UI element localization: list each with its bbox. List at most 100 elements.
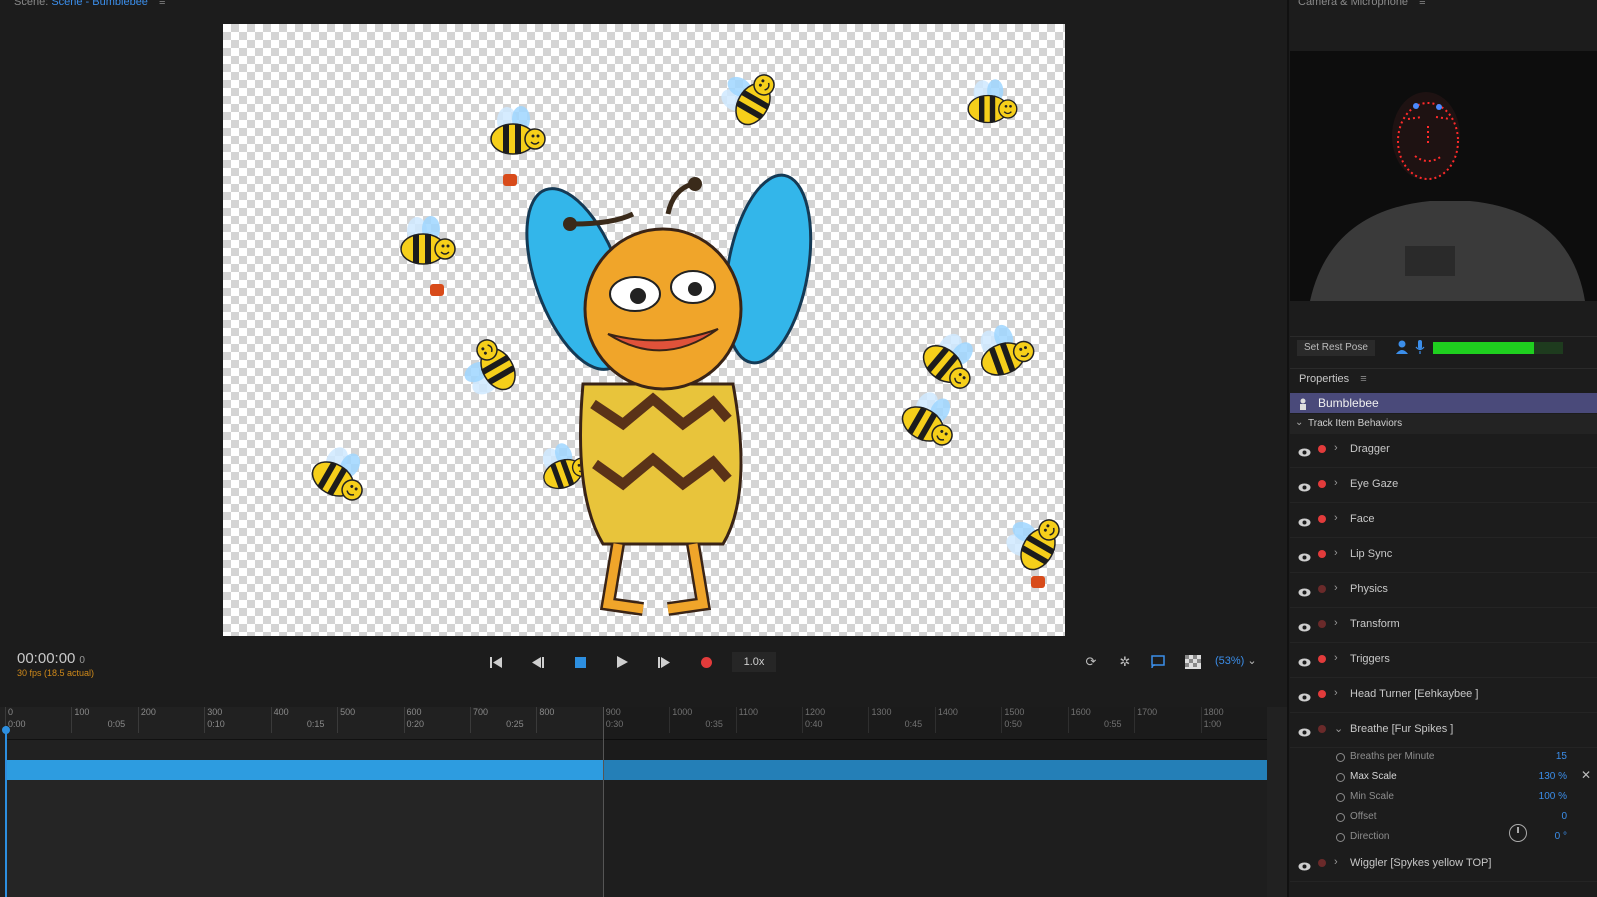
behavior-label: Face — [1350, 513, 1375, 525]
behavior-row[interactable]: › Head Turner [Eehkaybee ] — [1290, 678, 1597, 713]
record-icon[interactable] — [696, 652, 716, 672]
scene-name[interactable]: Scene - Bumblebee — [51, 0, 148, 8]
playhead-handle[interactable] — [2, 726, 10, 734]
behavior-label: Dragger — [1350, 443, 1390, 455]
eye-icon[interactable] — [1298, 549, 1311, 562]
skip-to-start-icon[interactable] — [486, 652, 506, 672]
stream-icon[interactable] — [1150, 654, 1168, 670]
ruler-tick — [337, 707, 339, 733]
parameter-value[interactable]: 0 ° — [1555, 831, 1567, 842]
param-keyframe-icon[interactable] — [1336, 773, 1345, 782]
chevron-right-icon[interactable]: › — [1334, 547, 1338, 559]
properties-menu-icon[interactable]: ≡ — [1360, 373, 1366, 385]
puppet-name: Bumblebee — [1318, 396, 1379, 410]
timecode-readout: 00:00:00 0 — [17, 650, 85, 667]
arm-dot-icon[interactable] — [1318, 655, 1326, 663]
play-icon[interactable] — [612, 652, 632, 672]
chevron-right-icon[interactable]: › — [1334, 442, 1338, 454]
eye-icon[interactable] — [1298, 858, 1311, 871]
eye-icon[interactable] — [1298, 479, 1311, 492]
param-keyframe-icon[interactable] — [1336, 753, 1345, 762]
refresh-icon[interactable]: ⟳ — [1082, 654, 1100, 670]
close-icon[interactable]: ✕ — [1581, 768, 1591, 782]
puppet-icon — [1298, 397, 1308, 415]
chevron-down-icon[interactable]: ⌄ — [1247, 655, 1256, 667]
behavior-row[interactable]: › Wiggler [Spykes yellow TOP] — [1290, 847, 1597, 882]
eye-icon[interactable] — [1298, 689, 1311, 702]
arm-dot-icon[interactable] — [1318, 480, 1326, 488]
arm-dot-icon[interactable] — [1318, 859, 1326, 867]
microphone-icon[interactable] — [1415, 340, 1425, 359]
chevron-right-icon[interactable]: › — [1334, 477, 1338, 489]
parameter-value[interactable]: 15 — [1556, 751, 1567, 762]
arm-dot-icon[interactable] — [1318, 585, 1326, 593]
webcam-image — [1310, 92, 1585, 301]
chevron-right-icon[interactable]: › — [1334, 617, 1338, 629]
scene-menu-icon[interactable]: ≡ — [159, 0, 165, 8]
step-back-icon[interactable] — [528, 652, 548, 672]
camera-menu-icon[interactable]: ≡ — [1419, 0, 1425, 8]
chevron-down-icon[interactable]: ⌄ — [1334, 722, 1343, 735]
arm-dot-icon[interactable] — [1318, 445, 1326, 453]
ruler-tick — [536, 707, 538, 733]
behavior-row[interactable]: › Lip Sync — [1290, 538, 1597, 573]
chevron-right-icon[interactable]: › — [1334, 512, 1338, 524]
behavior-row[interactable]: › Triggers — [1290, 643, 1597, 678]
zoom-level[interactable]: (53%) ⌄ — [1215, 654, 1257, 667]
eye-icon[interactable] — [1298, 724, 1311, 737]
ruler-time-label: 0:00 — [8, 719, 26, 729]
parameter-row[interactable]: Min Scale 100 % — [1290, 788, 1597, 808]
behavior-row[interactable]: › Dragger — [1290, 433, 1597, 468]
parameter-row[interactable]: Breaths per Minute 15 — [1290, 748, 1597, 768]
chevron-right-icon[interactable]: › — [1334, 856, 1338, 868]
playback-speed-select[interactable]: 1.0x — [732, 652, 776, 672]
eye-icon[interactable] — [1298, 619, 1311, 632]
parameter-label: Max Scale — [1350, 771, 1397, 782]
arm-dot-icon[interactable] — [1318, 515, 1326, 523]
stop-icon[interactable] — [570, 652, 590, 672]
parameter-value[interactable]: 100 % — [1539, 791, 1567, 802]
arm-dot-icon[interactable] — [1318, 620, 1326, 628]
param-keyframe-icon[interactable] — [1336, 833, 1345, 842]
track-item-behaviors-label: Track Item Behaviors — [1308, 418, 1403, 429]
eye-icon[interactable] — [1298, 584, 1311, 597]
set-rest-pose-button[interactable]: Set Rest Pose — [1297, 340, 1375, 356]
parameter-row[interactable]: Max Scale 130 % — [1290, 768, 1597, 788]
behavior-label: Triggers — [1350, 653, 1390, 665]
playhead[interactable] — [5, 726, 7, 897]
behavior-row[interactable]: › Transform — [1290, 608, 1597, 643]
param-keyframe-icon[interactable] — [1336, 813, 1345, 822]
param-keyframe-icon[interactable] — [1336, 793, 1345, 802]
behavior-label: Transform — [1350, 618, 1400, 630]
range-end-marker[interactable] — [602, 707, 604, 897]
direction-dial-icon[interactable] — [1509, 824, 1527, 842]
panel-divider[interactable] — [1287, 0, 1289, 897]
chevron-right-icon[interactable]: › — [1334, 652, 1338, 664]
chevron-right-icon[interactable]: › — [1334, 582, 1338, 594]
eye-icon[interactable] — [1298, 444, 1311, 457]
behavior-label: Physics — [1350, 583, 1388, 595]
arm-dot-icon[interactable] — [1318, 550, 1326, 558]
parameter-value[interactable]: 0 — [1561, 811, 1567, 822]
eye-icon[interactable] — [1298, 654, 1311, 667]
behavior-row[interactable]: ⌄ Breathe [Fur Spikes ] — [1290, 713, 1597, 748]
camera-toggle-icon[interactable] — [1396, 340, 1408, 357]
behavior-row[interactable]: › Physics — [1290, 573, 1597, 608]
parameter-row[interactable]: Direction 0 ° — [1290, 828, 1597, 848]
step-forward-icon[interactable] — [654, 652, 674, 672]
arm-dot-icon[interactable] — [1318, 725, 1326, 733]
behavior-row[interactable]: › Face — [1290, 503, 1597, 538]
ruler-frame-label: 200 — [140, 707, 156, 717]
scene-canvas[interactable] — [223, 24, 1065, 636]
behavior-row[interactable]: › Eye Gaze — [1290, 468, 1597, 503]
physics-icon[interactable]: ✲ — [1116, 654, 1134, 670]
chevron-right-icon[interactable]: › — [1334, 687, 1338, 699]
transparency-grid-icon[interactable] — [1184, 654, 1202, 670]
chevron-down-icon[interactable]: ⌄ — [1295, 417, 1303, 428]
parameter-row[interactable]: Offset 0 — [1290, 808, 1597, 828]
ruler-frame-label: 300 — [207, 707, 223, 717]
eye-icon[interactable] — [1298, 514, 1311, 527]
arm-dot-icon[interactable] — [1318, 690, 1326, 698]
parameter-value[interactable]: 130 % — [1539, 771, 1567, 782]
parameter-label: Direction — [1350, 831, 1390, 842]
